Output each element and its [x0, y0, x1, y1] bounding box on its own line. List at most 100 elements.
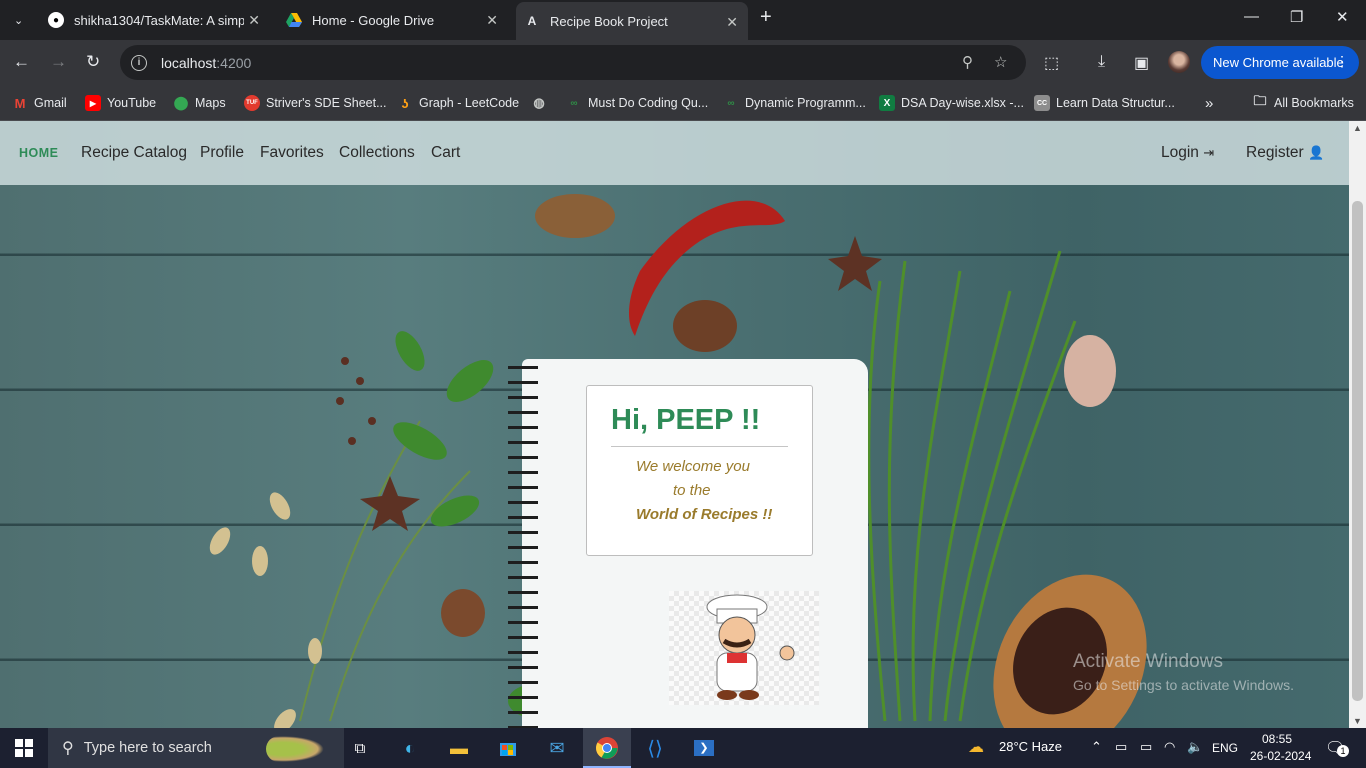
gfg-icon: ∞: [727, 97, 735, 109]
excel-icon: X: [879, 95, 895, 111]
clock-date[interactable]: 26-02-2024: [1250, 749, 1311, 763]
new-chrome-label: New Chrome available: [1213, 55, 1344, 70]
close-icon[interactable]: ✕: [726, 14, 738, 31]
scroll-up-arrow-icon[interactable]: ▲: [1353, 123, 1362, 133]
scrollbar-thumb[interactable]: [1352, 201, 1363, 701]
close-icon[interactable]: ✕: [486, 12, 498, 29]
vertical-scrollbar[interactable]: ▲ ▼: [1349, 121, 1366, 728]
weather-text[interactable]: 28°C Haze: [999, 739, 1062, 754]
scroll-down-arrow-icon[interactable]: ▼: [1353, 716, 1362, 726]
edge-icon[interactable]: ◐: [398, 736, 422, 760]
nav-profile[interactable]: Profile: [200, 144, 244, 162]
bookmark-leetcode[interactable]: ʖ Graph - LeetCode: [397, 92, 519, 114]
bookmark-label: Striver's SDE Sheet...: [266, 96, 387, 110]
chevron-down-icon: ⌄: [14, 14, 24, 27]
tuf-icon: TUF: [244, 95, 260, 111]
close-window-button[interactable]: ✕: [1336, 8, 1349, 26]
bookmark-label: Gmail: [34, 96, 67, 110]
nav-recipe-catalog[interactable]: Recipe Catalog: [81, 144, 187, 162]
reload-button[interactable]: ↻: [86, 52, 100, 72]
chef-illustration: [669, 591, 819, 705]
nav-register[interactable]: Register 👤: [1246, 144, 1324, 162]
nav-favorites[interactable]: Favorites: [260, 144, 324, 162]
nav-cart[interactable]: Cart: [431, 144, 460, 162]
restore-button[interactable]: ❐: [1290, 8, 1303, 26]
windows-taskbar: ⚲ Type here to search ⧉ ◐ ▬ ✉ ⟨⟩ ❯ ☁ 28°…: [0, 728, 1366, 768]
bookmark-label: YouTube: [107, 96, 157, 110]
greeting-heading: Hi, PEEP !!: [611, 404, 761, 436]
mail-icon[interactable]: ✉: [545, 736, 569, 760]
globe-icon: ◍: [533, 95, 545, 110]
windows-start-icon[interactable]: [12, 736, 36, 760]
clock-time[interactable]: 08:55: [1262, 732, 1292, 746]
all-bookmarks-folder[interactable]: 🗀 All Bookmarks: [1252, 92, 1354, 114]
watermark-subtitle: Go to Settings to activate Windows.: [1073, 677, 1294, 693]
powershell-icon[interactable]: ❯: [692, 736, 716, 760]
bookmark-learn-ds[interactable]: CC Learn Data Structur...: [1034, 92, 1175, 114]
wifi-icon[interactable]: ◠: [1164, 739, 1175, 755]
language-indicator[interactable]: ENG: [1212, 741, 1238, 755]
activate-windows-watermark: Activate Windows Go to Settings to activ…: [1073, 651, 1294, 693]
gfg-icon: ∞: [570, 97, 578, 109]
divider: [611, 446, 788, 447]
vscode-icon[interactable]: ⟨⟩: [643, 736, 667, 760]
all-bookmarks-label: All Bookmarks: [1274, 96, 1354, 110]
back-button[interactable]: ←: [13, 52, 30, 72]
nav-home[interactable]: HOME: [19, 146, 59, 160]
tab-google-drive[interactable]: Home - Google Drive ✕: [278, 0, 508, 40]
avatar[interactable]: [1168, 51, 1190, 73]
weather-icon[interactable]: ☁: [968, 737, 984, 757]
ms-store-icon[interactable]: [496, 736, 520, 760]
more-bookmarks-chevron-icon[interactable]: »: [1205, 92, 1213, 114]
bookmark-label: Must Do Coding Qu...: [588, 96, 709, 110]
gmail-icon: M: [14, 95, 26, 111]
task-view-icon[interactable]: ⧉: [348, 736, 372, 760]
tab-recipe-book[interactable]: A Recipe Book Project ✕: [516, 2, 748, 40]
bookmark-gfg-must-do[interactable]: ∞ Must Do Coding Qu...: [566, 92, 708, 114]
maps-pin-icon: ⬤: [173, 95, 189, 110]
zoom-search-icon[interactable]: ⚲: [962, 53, 973, 71]
bookmark-gmail[interactable]: M Gmail: [12, 92, 67, 114]
leetcode-icon: ʖ: [401, 95, 409, 111]
show-hidden-icons-chevron-icon[interactable]: ⌃: [1091, 739, 1102, 755]
extensions-icon[interactable]: ⬚: [1044, 53, 1059, 73]
close-icon[interactable]: ✕: [248, 12, 260, 29]
youtube-icon: ▶: [85, 95, 101, 111]
chrome-taskbar-active[interactable]: [583, 728, 631, 768]
bookmark-star-icon[interactable]: ☆: [994, 53, 1007, 71]
side-panel-icon[interactable]: ▣: [1134, 53, 1149, 73]
bookmark-youtube[interactable]: ▶ YouTube: [85, 92, 156, 114]
bookmark-dsa-sheet[interactable]: X DSA Day-wise.xlsx -...: [879, 92, 1024, 114]
new-chrome-button[interactable]: New Chrome available ⋮: [1201, 46, 1359, 79]
url-text: localhost:4200: [161, 54, 252, 71]
toolbar: ← → ↻ i localhost:4200 ⚲ ☆ ⬚ ⤓ ▣ New Chr…: [0, 40, 1366, 86]
google-drive-icon: [286, 12, 302, 28]
battery-icon[interactable]: ▭: [1140, 739, 1152, 755]
minimize-button[interactable]: —: [1244, 8, 1259, 25]
site-navbar: HOME Recipe Catalog Profile Favorites Co…: [0, 121, 1349, 185]
address-bar[interactable]: i localhost:4200 ⚲ ☆: [120, 45, 1026, 80]
tab-taskmate[interactable]: ● shikha1304/TaskMate: A simple ✕: [40, 0, 270, 40]
bookmark-maps[interactable]: ⬤ Maps: [173, 92, 226, 114]
nav-collections[interactable]: Collections: [339, 144, 415, 162]
login-label: Login: [1161, 144, 1199, 161]
nav-login[interactable]: Login ⇥: [1161, 144, 1214, 162]
download-icon[interactable]: ⤓: [1098, 53, 1105, 71]
forward-button[interactable]: →: [50, 52, 67, 72]
user-cog-icon: 👤: [1308, 145, 1325, 160]
tab-search-button[interactable]: ⌄: [8, 0, 32, 40]
volume-icon[interactable]: 🔈: [1187, 739, 1203, 755]
chrome-icon: [596, 737, 618, 759]
site-info-icon[interactable]: i: [131, 54, 147, 71]
meet-now-icon[interactable]: ▭: [1115, 739, 1127, 755]
login-icon: ⇥: [1203, 145, 1215, 160]
file-explorer-icon[interactable]: ▬: [447, 736, 471, 760]
bookmark-striver[interactable]: TUF Striver's SDE Sheet...: [244, 92, 386, 114]
taskbar-search[interactable]: ⚲ Type here to search: [48, 728, 344, 768]
new-tab-button[interactable]: +: [760, 6, 772, 29]
menu-dots-icon[interactable]: ⋮: [1335, 53, 1349, 70]
angular-icon: A: [527, 14, 537, 28]
tab-title: Recipe Book Project: [550, 13, 668, 29]
bookmark-gfg-dp[interactable]: ∞ Dynamic Programm...: [723, 92, 865, 114]
bookmark-globe[interactable]: ◍: [531, 92, 553, 114]
